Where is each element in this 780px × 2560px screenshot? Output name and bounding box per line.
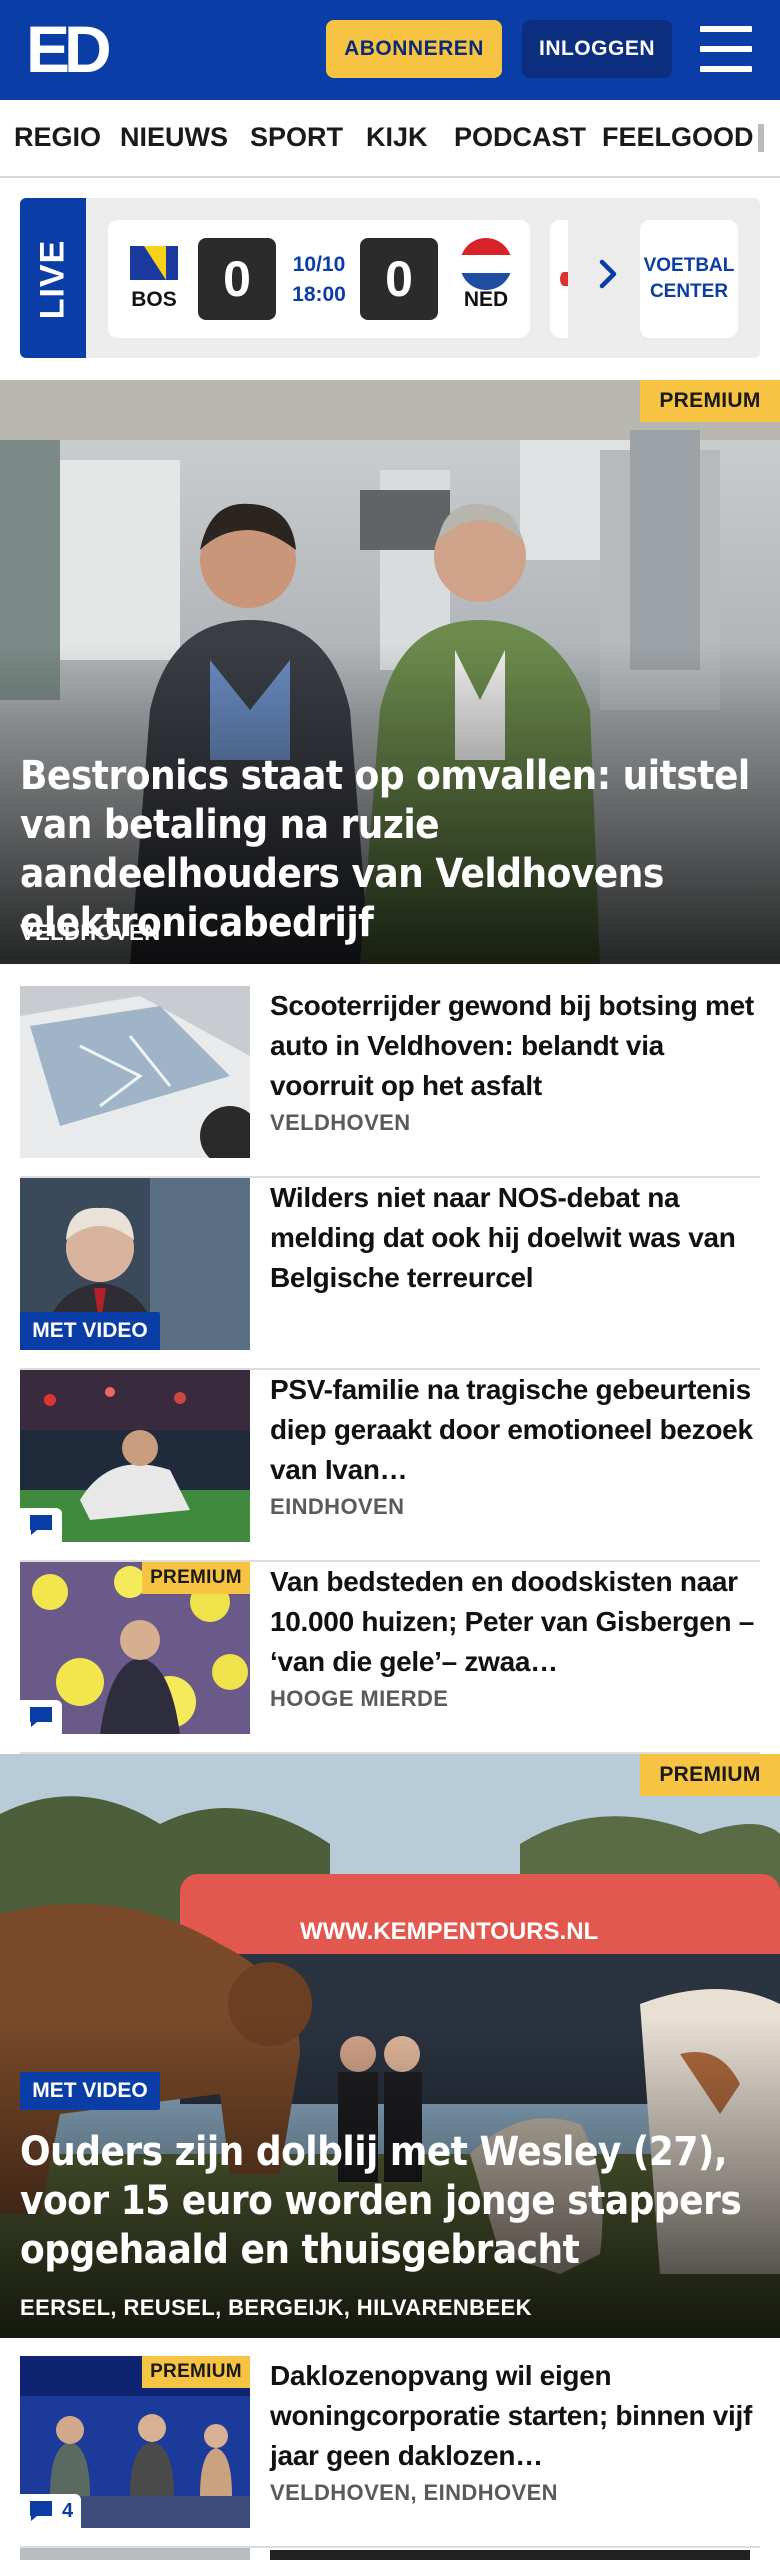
live-label: LIVE: [33, 239, 72, 320]
article-thumbnail: [20, 986, 250, 1158]
nav-item-feelgood[interactable]: FEELGOOD: [602, 122, 754, 153]
premium-badge: PREMIUM: [640, 380, 780, 422]
article-location: HOOGE MIERDE: [270, 1686, 449, 1711]
article-title[interactable]: Scooterrijder gewond bij botsing met aut…: [270, 986, 760, 1106]
feature-article[interactable]: WWW.KEMPENTOURS.NL PREMIUM MET VIDEO Oud…: [0, 1754, 780, 2338]
comment-indicator: [20, 1508, 62, 1542]
article-thumbnail: MET VIDEO: [20, 1178, 250, 1350]
nav-overflow-indicator: [758, 124, 764, 152]
next-match-card-partial[interactable]: [550, 220, 568, 338]
lead-article-title[interactable]: Bestronics staat op omvallen: uitstel va…: [20, 752, 760, 948]
voetbal-center-button[interactable]: VOETBAL CENTER: [640, 220, 738, 338]
chevron-right-icon[interactable]: [590, 256, 626, 292]
comment-indicator: [20, 1700, 62, 1734]
article-item[interactable]: Scooterrijder gewond bij botsing met aut…: [20, 986, 760, 1178]
article-item[interactable]: PSV-familie na tragische gebeurtenis die…: [20, 1370, 760, 1562]
article-title[interactable]: Daklozenopvang wil eigen woningcorporati…: [270, 2356, 760, 2476]
nav-item-regio[interactable]: REGIO: [14, 122, 101, 153]
voetbal-center-line2: CENTER: [649, 281, 729, 302]
login-button[interactable]: INLOGGEN: [522, 20, 672, 78]
match-time: 18:00: [292, 283, 346, 306]
article-location: VELDHOVEN: [270, 1110, 411, 1135]
nav-item-kijk[interactable]: KIJK: [366, 122, 428, 153]
bosnia-flag-icon: [130, 246, 178, 280]
site-logo[interactable]: ED: [26, 16, 120, 82]
article-title[interactable]: Wilders niet naar NOS-debat na melding d…: [270, 1178, 760, 1298]
article-item[interactable]: PREMIUM 4 Daklozenopvang wil eigen wonin…: [20, 2356, 760, 2548]
feature-article-location: EERSEL, REUSEL, BERGEIJK, HILVARENBEEK: [20, 2295, 532, 2320]
subscribe-button[interactable]: ABONNEREN: [326, 20, 502, 78]
top-header: ED ABONNEREN INLOGGEN: [0, 0, 780, 100]
lead-article[interactable]: PREMIUM Bestronics staat op omvallen: ui…: [0, 380, 780, 964]
article-location: EINDHOVEN: [270, 1494, 405, 1519]
match-datetime: 10/10 18:00: [278, 250, 360, 310]
comment-icon: [30, 1707, 52, 1727]
next-article-thumbnail-partial: [20, 2548, 250, 2560]
video-badge: MET VIDEO: [20, 2072, 160, 2110]
article-location: VELDHOVEN, EINDHOVEN: [270, 2480, 558, 2505]
article-thumbnail: PREMIUM 4: [20, 2356, 250, 2528]
bus-text: WWW.KEMPENTOURS.NL: [300, 1918, 598, 1945]
match-date: 10/10: [292, 253, 346, 276]
article-thumbnail: PREMIUM: [20, 1562, 250, 1734]
lead-article-location: VELDHOVEN: [20, 920, 161, 945]
comment-icon: [30, 2501, 52, 2521]
hamburger-menu-icon[interactable]: [700, 26, 752, 72]
premium-badge: PREMIUM: [142, 1562, 250, 1594]
section-nav: REGIO NIEUWS SPORT KIJK PODCAST FEELGOOD: [0, 100, 780, 178]
comment-icon: [30, 1515, 52, 1535]
comment-indicator: 4: [20, 2494, 82, 2528]
live-tab[interactable]: LIVE: [20, 198, 86, 358]
comment-count: 4: [62, 2499, 74, 2522]
nav-item-sport[interactable]: SPORT: [250, 122, 343, 153]
article-item[interactable]: MET VIDEO Wilders niet naar NOS-debat na…: [20, 1178, 760, 1370]
match-card[interactable]: BOS 0 10/10 18:00 0 NED: [108, 220, 530, 338]
premium-badge: PREMIUM: [142, 2356, 250, 2388]
next-article-title-partial: [270, 2550, 750, 2560]
premium-badge: PREMIUM: [640, 1754, 780, 1796]
article-title[interactable]: PSV-familie na tragische gebeurtenis die…: [270, 1370, 760, 1490]
feature-article-title[interactable]: Ouders zijn dolblij met Wesley (27), voo…: [20, 2128, 760, 2275]
voetbal-center-line1: VOETBAL: [643, 255, 735, 276]
article-item[interactable]: PREMIUM Van bedsteden en doodskisten naa…: [20, 1562, 760, 1754]
nav-item-podcast[interactable]: PODCAST: [454, 122, 586, 153]
away-score: 0: [360, 238, 438, 320]
article-thumbnail: [20, 1370, 250, 1542]
netherlands-flag-icon: [460, 238, 512, 290]
video-badge: MET VIDEO: [20, 1312, 160, 1350]
home-score: 0: [198, 238, 276, 320]
article-title[interactable]: Van bedsteden en doodskisten naar 10.000…: [270, 1562, 760, 1682]
home-team-name: BOS: [131, 288, 177, 311]
nav-item-nieuws[interactable]: NIEUWS: [120, 122, 228, 153]
away-team-name: NED: [463, 288, 509, 311]
live-scores-widget: LIVE BOS 0 10/10 18:00 0 NED VOETBAL CENT…: [20, 198, 760, 358]
